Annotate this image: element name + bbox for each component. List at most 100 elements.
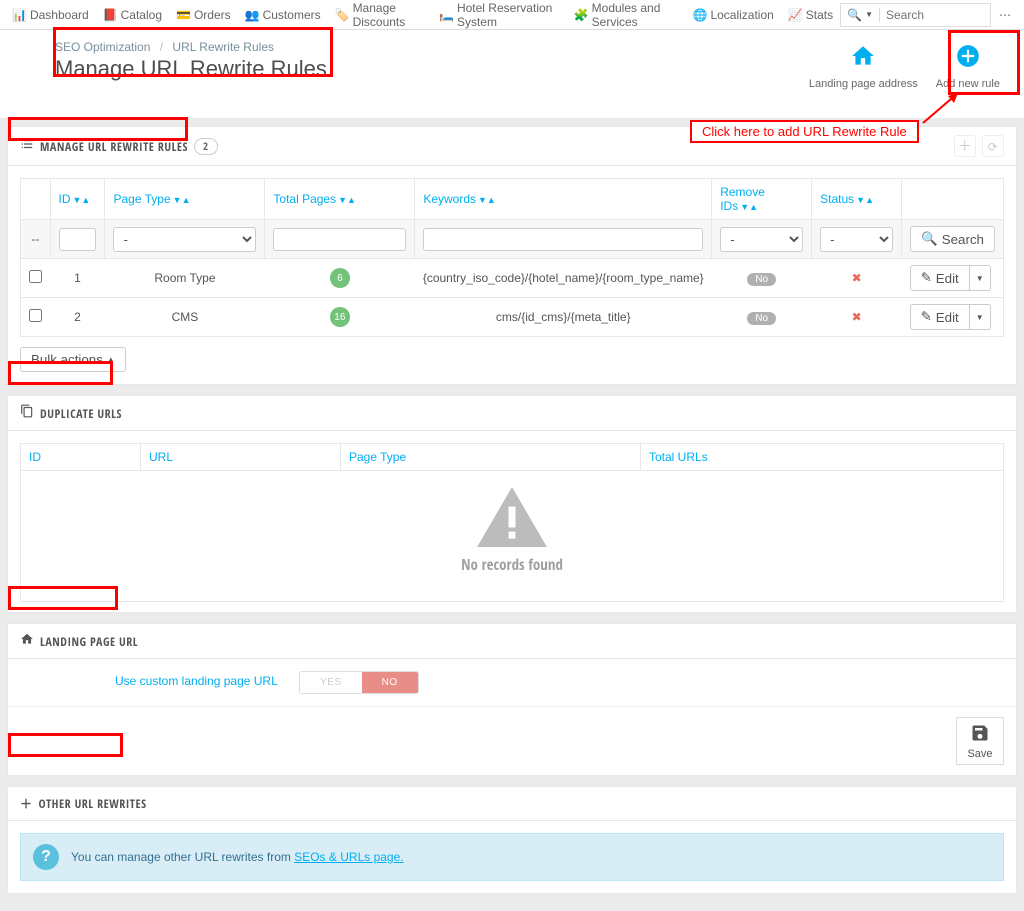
cell-page-type: Room Type [105, 259, 265, 298]
dup-col-page-type[interactable]: Page Type [349, 450, 406, 464]
dup-col-id[interactable]: ID [29, 450, 41, 464]
search-scope-dropdown[interactable]: 🔍▼ [841, 8, 880, 22]
nav-customers[interactable]: 👥Customers [238, 0, 328, 29]
edit-dropdown[interactable]: ▼ [970, 304, 991, 330]
puzzle-icon: 🧩 [574, 8, 589, 22]
nav-dashboard[interactable]: 📊Dashboard [5, 0, 96, 29]
sort-icon[interactable]: ▼▲ [173, 195, 191, 205]
nav-orders[interactable]: 💳Orders [169, 0, 238, 29]
refresh-icon: ⟳ [988, 138, 999, 155]
pencil-icon: ✎ [921, 270, 932, 286]
top-nav: 📊Dashboard 📕Catalog 💳Orders 👥Customers 🏷… [0, 0, 1024, 30]
filter-id[interactable] [59, 228, 97, 251]
page-header: SEO Optimization / URL Rewrite Rules Man… [0, 30, 1024, 119]
filter-keywords[interactable] [423, 228, 703, 251]
nav-stats[interactable]: 📈Stats [781, 0, 840, 29]
sort-icon[interactable]: ▼▲ [73, 195, 91, 205]
caret-down-icon: ▼ [976, 313, 984, 322]
edit-dropdown[interactable]: ▼ [970, 265, 991, 291]
table-row[interactable]: 2 CMS 16 cms/{id_cms}/{meta_title} No ✖ … [21, 298, 1004, 337]
users-icon: 👥 [245, 8, 260, 22]
rules-table: ID▼▲ Page Type▼▲ Total Pages▼▲ Keywords▼… [20, 178, 1004, 337]
edit-button[interactable]: ✎Edit [910, 265, 970, 291]
table-row[interactable]: 1 Room Type 6 {country_iso_code}/{hotel_… [21, 259, 1004, 298]
nav-localization[interactable]: 🌐Localization [685, 0, 780, 29]
col-status[interactable]: Status [820, 192, 854, 206]
remove-ids-badge: No [747, 312, 776, 325]
row-checkbox[interactable] [29, 270, 42, 283]
plus-icon: ＋ [20, 795, 33, 812]
bar-chart-icon: 📈 [788, 8, 803, 22]
remove-ids-badge: No [747, 273, 776, 286]
save-button[interactable]: Save [956, 717, 1004, 765]
caret-down-icon: ▼ [865, 10, 873, 19]
sort-icon[interactable]: ▼▲ [856, 195, 874, 205]
search-group: 🔍▼ [840, 3, 991, 27]
filter-page-type[interactable]: - [113, 227, 256, 252]
annotation-arrow [918, 88, 968, 128]
bed-icon: 🛏️ [439, 8, 454, 22]
panel-other-rewrites: ＋ Other URL Rewrites ? You can manage ot… [7, 786, 1017, 894]
bulk-actions-button[interactable]: Bulk actions ▲ [20, 347, 126, 372]
col-total-pages[interactable]: Total Pages [273, 192, 336, 206]
col-id[interactable]: ID [59, 192, 71, 206]
edit-button[interactable]: ✎Edit [910, 304, 970, 330]
add-new-rule-button[interactable]: Add new rule [932, 40, 1004, 93]
cell-id: 2 [50, 298, 105, 337]
breadcrumb-current: URL Rewrite Rules [172, 40, 274, 54]
cell-keywords: cms/{id_cms}/{meta_title} [415, 298, 712, 337]
copy-icon [20, 404, 34, 422]
no-records: No records found [29, 477, 995, 595]
panel-add-button[interactable]: ＋ [954, 135, 976, 157]
breadcrumb-parent[interactable]: SEO Optimization [55, 40, 150, 54]
nav-discounts[interactable]: 🏷️Manage Discounts [328, 0, 432, 29]
row-checkbox[interactable] [29, 309, 42, 322]
tags-icon: 🏷️ [335, 8, 350, 22]
toggle-no[interactable]: NO [362, 672, 418, 693]
cell-keywords: {country_iso_code}/{hotel_name}/{room_ty… [415, 259, 712, 298]
status-disabled-icon[interactable]: ✖ [852, 271, 862, 285]
nav-modules[interactable]: 🧩Modules and Services [567, 0, 686, 29]
sort-icon[interactable]: ▼▲ [338, 195, 356, 205]
search-button[interactable]: 🔍Search [910, 226, 995, 252]
col-page-type[interactable]: Page Type [113, 192, 170, 206]
more-menu[interactable]: ⋯ [991, 8, 1019, 22]
panel-rewrite-rules: Manage URL Rewrite Rules 2 ＋ ⟳ ID▼▲ Page… [7, 126, 1017, 385]
panel-duplicate-urls-heading: Duplicate URLs [8, 396, 1016, 431]
panel-landing-page-url: Landing page URL Use custom landing page… [7, 623, 1017, 776]
custom-landing-toggle[interactable]: YES NO [299, 671, 419, 694]
seos-urls-link[interactable]: SEOs & URLs page. [294, 850, 403, 864]
page-title: Manage URL Rewrite Rules [55, 56, 327, 82]
pages-badge: 6 [330, 268, 350, 288]
panel-other-heading: ＋ Other URL Rewrites [8, 787, 1016, 821]
filter-status[interactable]: - [820, 227, 893, 252]
landing-page-address-button[interactable]: Landing page address [805, 40, 922, 93]
dup-col-total[interactable]: Total URLs [649, 450, 708, 464]
credit-card-icon: 💳 [176, 8, 191, 22]
status-disabled-icon[interactable]: ✖ [852, 310, 862, 324]
search-input[interactable] [880, 4, 990, 26]
nav-catalog[interactable]: 📕Catalog [96, 0, 169, 29]
pages-badge: 16 [330, 307, 350, 327]
cell-id: 1 [50, 259, 105, 298]
annotation-callout: Click here to add URL Rewrite Rule [690, 120, 919, 143]
dashboard-icon: 📊 [12, 8, 27, 22]
toggle-yes[interactable]: YES [300, 672, 362, 693]
sort-icon[interactable]: ▼▲ [478, 195, 496, 205]
col-keywords[interactable]: Keywords [423, 192, 476, 206]
filter-total-pages[interactable] [273, 228, 406, 251]
panel-refresh-button[interactable]: ⟳ [982, 135, 1004, 157]
question-icon: ? [33, 844, 59, 870]
nav-hotel[interactable]: 🛏️Hotel Reservation System [432, 0, 567, 29]
search-icon: 🔍 [921, 231, 938, 247]
duplicate-urls-table: ID URL Page Type Total URLs No records f… [20, 443, 1004, 602]
panel-duplicate-urls: Duplicate URLs ID URL Page Type Total UR… [7, 395, 1017, 613]
plus-icon: ＋ [958, 136, 973, 156]
dup-col-url[interactable]: URL [149, 450, 173, 464]
filter-remove-ids[interactable]: - [720, 227, 803, 252]
caret-down-icon: ▼ [976, 274, 984, 283]
globe-icon: 🌐 [692, 8, 707, 22]
sort-icon[interactable]: ▼▲ [740, 202, 758, 212]
panel-landing-heading: Landing page URL [8, 624, 1016, 659]
pencil-icon: ✎ [921, 309, 932, 325]
